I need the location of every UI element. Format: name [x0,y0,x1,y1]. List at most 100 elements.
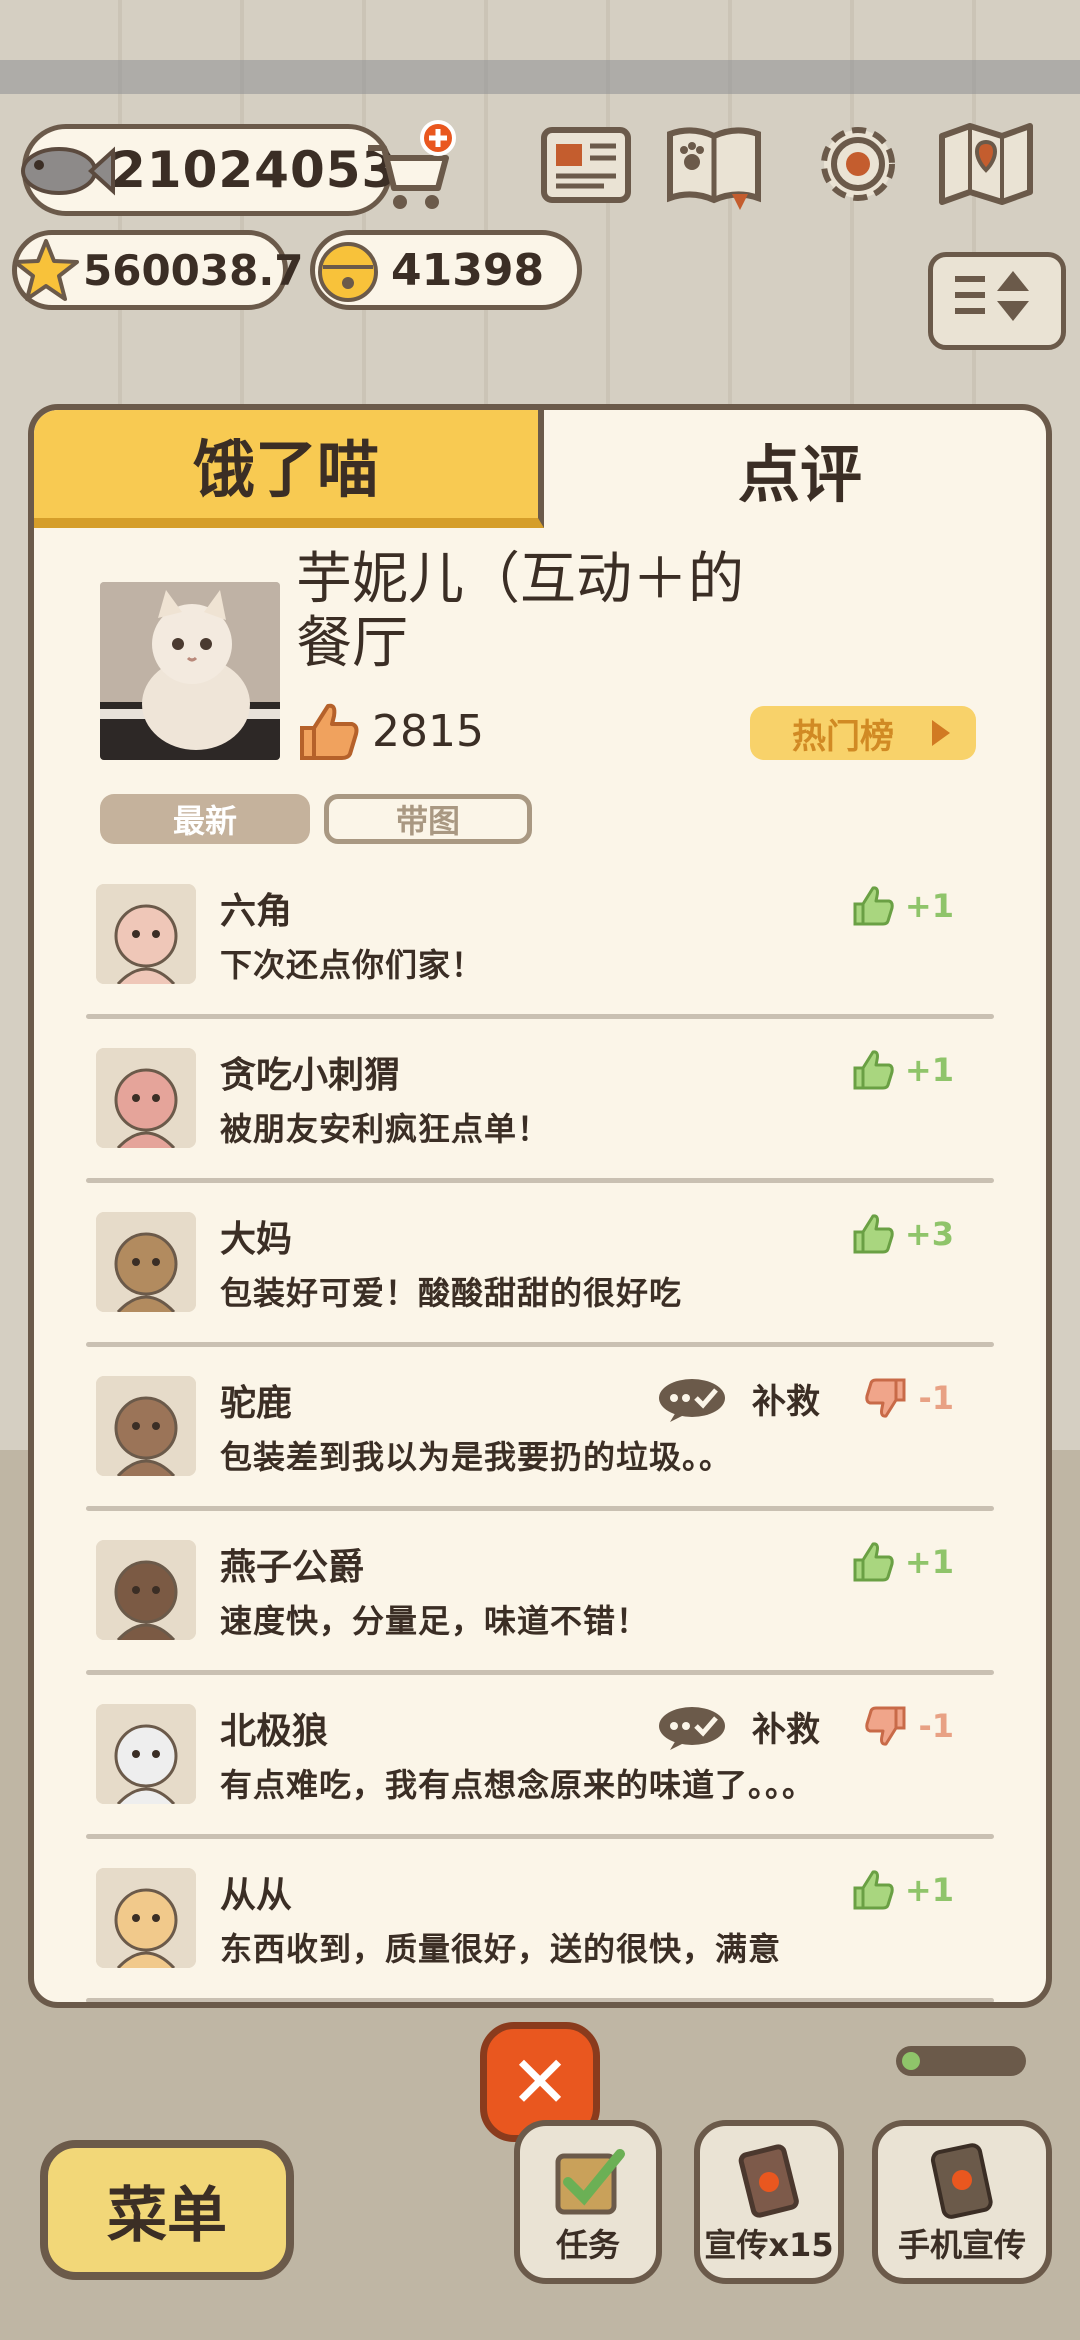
progress-fill [902,2052,920,2070]
thumbs-up-icon [853,886,894,926]
reviewer-name: 驼鹿 [220,1383,293,1424]
newspaper-icon [541,127,631,203]
review-item: 大妈包装好可爱！酸酸甜甜的很好吃 +3 [34,1196,1046,1360]
sort-button[interactable] [928,252,1066,350]
dislike-vote[interactable]: -1 [864,1376,954,1420]
shopping-cart-icon[interactable] [358,118,458,218]
like-vote[interactable]: +1 [851,884,954,928]
thumbs-down-icon [865,1378,906,1418]
map-icon [939,123,1033,205]
paw-book-button[interactable] [662,112,766,216]
background-shelf [0,60,1080,94]
phone-promo-button[interactable]: 手机宣传 [872,2120,1052,2284]
shop-name: 芋妮儿（互动＋的餐厅 [296,547,744,676]
review-item: 贪吃小刺猬 被朋友安利疯狂点单！ +1 [34,1032,1046,1196]
review-text: 下次还点你们家！ [220,946,485,984]
divider [86,1670,994,1675]
flyer-icon [738,2144,799,2218]
star-icon [13,239,79,301]
reviewer-name: 燕子公爵 [220,1547,365,1588]
reviewer-avatar [96,884,196,984]
thumbs-up-icon [853,1542,894,1582]
vote-value: -1 [918,1379,954,1417]
phone-promo-label: 手机宣传 [897,2226,1026,2264]
task-label: 任务 [555,2226,620,2264]
menu-button[interactable]: 菜单 [40,2140,294,2280]
thumbs-up-icon [853,1870,894,1910]
divider [86,1014,994,1019]
review-text: 速度快，分量足，味道不错！ [220,1602,650,1640]
map-button[interactable] [934,112,1038,216]
vote-value: -1 [918,1707,954,1745]
chat-check-icon [659,1378,725,1422]
reviewer-name: 从从 [220,1875,293,1916]
divider [86,1342,994,1347]
task-button[interactable]: 任务 [514,2120,662,2284]
thumbs-down-icon [865,1706,906,1746]
star-currency-pill: 560038.7 [12,230,304,310]
filter-with-photo[interactable]: 带图 [324,794,532,844]
bell-value: 41398 [391,244,545,296]
tab-review[interactable]: 点评 [544,410,1046,528]
tab-hungry-meow[interactable]: 饿了喵 [34,410,544,528]
thumbs-up-icon [853,1050,894,1090]
vote-value: +1 [904,887,954,925]
divider [86,1506,994,1511]
gear-icon [821,127,895,201]
dislike-vote[interactable]: -1 [864,1704,954,1748]
close-icon: ✕ [509,2040,571,2124]
divider [86,1998,994,2002]
filter-latest[interactable]: 最新 [100,794,310,844]
reviewer-name: 大妈 [220,1219,293,1260]
thumbs-up-icon [853,1214,894,1254]
menu-label: 菜单 [107,2180,227,2251]
review-item: 从从东西收到，质量很好，送的很快，满意 +1 [34,1852,1046,2002]
review-item: 六角下次还点你们家！ +1 [34,868,1046,1032]
vote-value: +1 [904,1543,954,1581]
hot-list-label: 热门榜 [792,716,894,757]
like-vote[interactable]: +3 [851,1212,954,1256]
shop-cat-photo [100,582,280,760]
bell-currency-pill: 41398 [310,230,582,310]
paw-book-icon [667,127,761,210]
star-value: 560038.7 [83,245,304,295]
reviewer-avatar [96,1048,196,1148]
like-vote[interactable]: +1 [851,1048,954,1092]
vote-value: +1 [904,1871,954,1909]
like-vote[interactable]: +1 [851,1540,954,1584]
review-text: 被朋友安利疯狂点单！ [220,1110,551,1148]
review-text: 东西收到，质量很好，送的很快，满意 [220,1930,782,1968]
review-item: 驼鹿 包装差到我以为是我要扔的垃圾。。 补救 -1 [34,1360,1046,1524]
hot-list-button[interactable]: 热门榜 [750,706,976,760]
review-text: 包装好可爱！酸酸甜甜的很好吃 [220,1274,683,1312]
divider [86,1178,994,1183]
promo-button[interactable]: 宣传x15 [694,2120,844,2284]
review-item: 燕子公爵速度快，分量足，味道不错！ +1 [34,1524,1046,1688]
review-item: 北极狼有点难吃，我有点想念原来的味道了。。。 补救 -1 [34,1688,1046,1852]
like-count: 2815 [372,706,484,757]
bell-icon [318,242,378,302]
like-vote[interactable]: +1 [851,1868,954,1912]
chevron-right-icon [932,720,950,746]
reviewer-avatar [96,1376,196,1476]
vote-value: +3 [904,1215,954,1253]
sort-icon [955,271,1029,321]
newspaper-button[interactable] [534,112,638,216]
reviewer-name: 六角 [220,891,293,932]
reviewer-avatar [96,1704,196,1804]
progress-bar [896,2046,1026,2076]
review-text: 有点难吃，我有点想念原来的味道了。。。 [220,1766,816,1804]
reviewer-avatar [96,1540,196,1640]
reviewer-name: 北极狼 [220,1711,329,1752]
fish-currency-pill: 21024053 [21,124,396,216]
remedy-button[interactable]: 补救 [656,1374,820,1423]
fish-icon [21,146,115,196]
phone-icon [930,2143,993,2219]
remedy-button[interactable]: 补救 [656,1702,820,1751]
chat-check-icon [659,1706,725,1750]
fish-value: 21024053 [111,141,398,199]
review-dialog: 饿了喵 点评 芋妮儿（互动＋的餐厅 2815 热门榜 最新 带图 六角下次还点你… [28,404,1052,2008]
vote-value: +1 [904,1051,954,1089]
remedy-label: 补救 [752,1710,820,1750]
settings-button[interactable] [806,112,910,216]
